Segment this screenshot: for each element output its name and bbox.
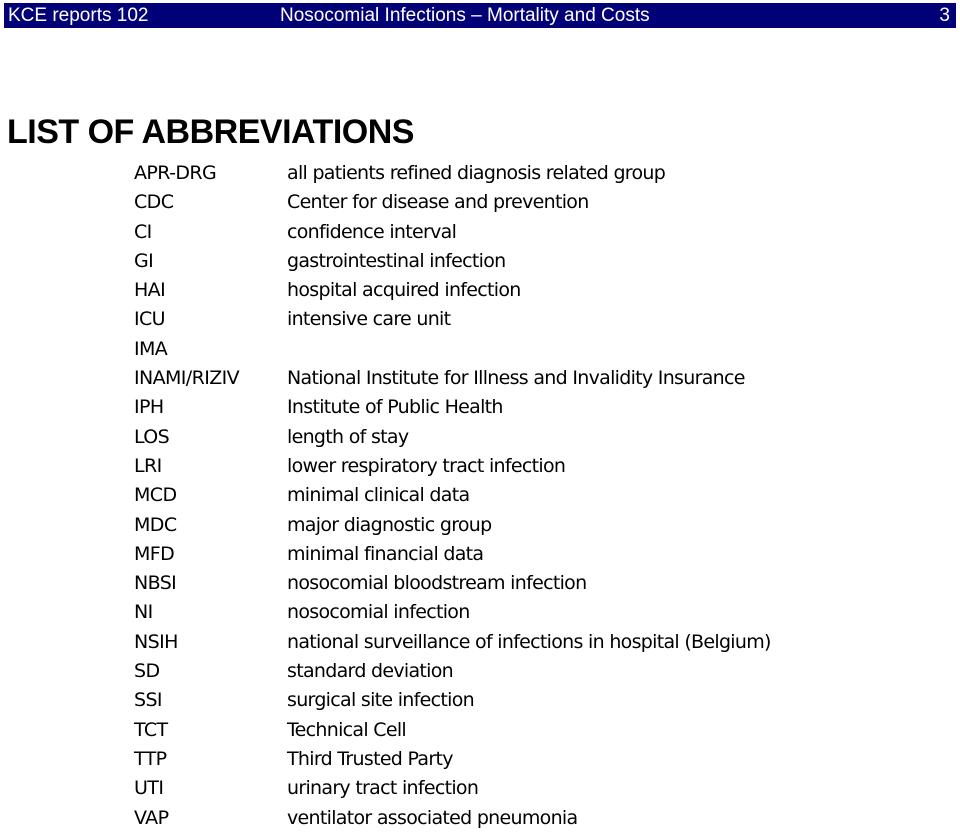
abbreviation-term: TTP xyxy=(134,747,167,770)
abbreviation-definition: Center for disease and prevention xyxy=(287,191,589,214)
report-number: KCE reports 102 xyxy=(8,5,149,26)
abbreviation-definition: minimal clinical data xyxy=(287,484,470,507)
abbreviation-term: CI xyxy=(134,220,152,243)
abbreviation-term: NBSI xyxy=(134,572,177,595)
abbreviation-definition: confidence interval xyxy=(287,220,457,243)
abbreviation-definition: nosocomial bloodstream infection xyxy=(287,572,587,595)
abbreviation-row: IMA xyxy=(0,336,960,365)
abbreviation-term: GI xyxy=(134,249,154,272)
abbreviation-row: MDC major diagnostic group xyxy=(0,512,960,541)
abbreviation-definition: urinary tract infection xyxy=(287,777,479,800)
abbreviation-row: GI gastrointestinal infection xyxy=(0,248,960,277)
abbreviation-term: UTI xyxy=(134,777,164,800)
abbreviation-row: TTP Third Trusted Party xyxy=(0,746,960,775)
abbreviation-term: APR-DRG xyxy=(134,162,217,184)
abbreviation-term: LRI xyxy=(134,454,162,477)
abbreviation-definition: intensive care unit xyxy=(287,308,451,331)
section-title: LIST OF ABBREVIATIONS xyxy=(7,113,414,151)
abbreviation-row: SSI surgical site infection xyxy=(0,687,960,716)
abbreviation-term: SD xyxy=(134,660,160,683)
abbreviation-definition: all patients refined diagnosis related g… xyxy=(287,162,666,184)
abbreviation-definition: surgical site infection xyxy=(287,689,475,712)
abbreviation-term: CDC xyxy=(134,191,174,214)
abbreviation-row: TCT Technical Cell xyxy=(0,717,960,746)
abbreviation-term: HAI xyxy=(134,279,166,302)
abbreviation-definition: hospital acquired infection xyxy=(287,279,521,302)
abbreviation-row: UTI urinary tract infection xyxy=(0,775,960,804)
document-title: Nosocomial Infections – Mortality and Co… xyxy=(280,5,650,26)
abbreviation-definition: length of stay xyxy=(287,425,409,448)
abbreviation-term: NSIH xyxy=(134,630,178,653)
abbreviation-row: NSIH national surveillance of infections … xyxy=(0,629,960,658)
abbreviation-term: MDC xyxy=(134,513,177,536)
abbreviation-definition: National Institute for Illness and Inval… xyxy=(287,367,745,390)
abbreviation-row: LOS length of stay xyxy=(0,424,960,453)
abbreviation-term: MFD xyxy=(134,542,175,565)
abbreviation-definition: national surveillance of infections in h… xyxy=(287,630,771,653)
abbreviation-row: SD standard deviation xyxy=(0,658,960,687)
abbreviation-definition: nosocomial infection xyxy=(287,601,470,624)
page-number: 3 xyxy=(939,5,950,26)
abbreviation-row: NBSI nosocomial bloodstream infection xyxy=(0,570,960,599)
abbreviation-term: NI xyxy=(134,601,153,624)
abbreviation-row: VAP ventilator associated pneumonia xyxy=(0,805,960,834)
abbreviation-definition: Third Trusted Party xyxy=(287,747,453,770)
abbreviation-definition: Institute of Public Health xyxy=(287,396,503,419)
abbreviation-term: TCT xyxy=(134,718,168,741)
abbreviation-row: CDC Center for disease and prevention xyxy=(0,189,960,218)
abbreviation-term: MCD xyxy=(134,484,177,507)
abbreviation-row: APR-DRG all patients refined diagnosis re… xyxy=(0,160,960,189)
abbreviation-term: IPH xyxy=(134,396,164,419)
abbreviation-definition: Technical Cell xyxy=(287,718,407,741)
abbreviation-list: APR-DRG all patients refined diagnosis re… xyxy=(0,160,960,834)
abbreviation-definition: major diagnostic group xyxy=(287,513,492,536)
abbreviation-definition: minimal financial data xyxy=(287,542,484,565)
abbreviation-term: VAP xyxy=(134,806,169,829)
abbreviation-term: LOS xyxy=(134,425,170,448)
abbreviation-row: LRI lower respiratory tract infection xyxy=(0,453,960,482)
running-header: KCE reports 102 Nosocomial Infections – … xyxy=(4,3,956,28)
abbreviation-term: INAMI/RIZIV xyxy=(134,367,240,390)
abbreviation-term: SSI xyxy=(134,689,163,712)
abbreviation-row: HAI hospital acquired infection xyxy=(0,277,960,306)
abbreviation-row: MCD minimal clinical data xyxy=(0,482,960,511)
abbreviation-definition: lower respiratory tract infection xyxy=(287,454,566,477)
abbreviation-definition: gastrointestinal infection xyxy=(287,249,506,272)
abbreviation-row: NI nosocomial infection xyxy=(0,599,960,628)
abbreviation-definition: standard deviation xyxy=(287,660,454,683)
abbreviation-row: ICU intensive care unit xyxy=(0,306,960,335)
abbreviation-term: IMA xyxy=(134,337,168,360)
abbreviation-row: INAMI/RIZIV National Institute for Illnes… xyxy=(0,365,960,394)
abbreviation-row: CI confidence interval xyxy=(0,219,960,248)
abbreviation-row: IPH Institute of Public Health xyxy=(0,394,960,423)
abbreviation-term: ICU xyxy=(134,308,166,331)
abbreviation-definition: ventilator associated pneumonia xyxy=(287,806,578,829)
abbreviation-row: MFD minimal financial data xyxy=(0,541,960,570)
